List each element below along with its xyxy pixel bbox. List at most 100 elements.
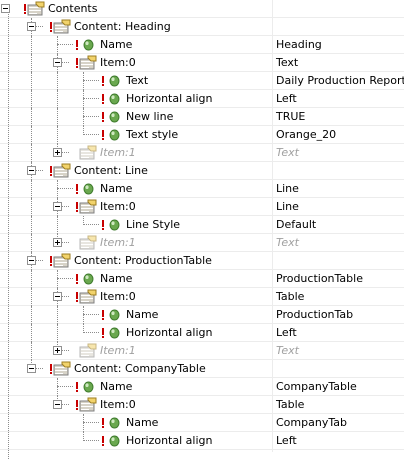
tree-guide-line [31, 288, 32, 306]
tree-property-row[interactable]: Name ProductionTab [0, 306, 404, 324]
green-property-dot-icon [109, 111, 120, 126]
tree-guide-line [31, 216, 32, 234]
tree-connector-line [83, 332, 99, 333]
node-value[interactable]: Text [276, 55, 298, 71]
green-property-dot-icon [109, 435, 120, 450]
tree-node[interactable]: Item:0 Table [0, 288, 404, 306]
required-exclamation-icon [102, 76, 104, 87]
node-value[interactable]: CompanyTab [276, 415, 347, 431]
node-label: New line [126, 110, 174, 123]
tree-property-row[interactable]: Text style Orange_20 [0, 126, 404, 144]
tree-guide-line [31, 90, 32, 108]
required-exclamation-icon [24, 4, 26, 15]
collapse-icon[interactable] [53, 400, 62, 409]
node-label: Name [126, 308, 159, 321]
tree-node[interactable]: Item:0 Text [0, 54, 404, 72]
collapse-icon[interactable] [53, 58, 62, 67]
node-value[interactable]: Default [276, 217, 316, 233]
required-exclamation-icon [50, 256, 52, 267]
required-exclamation-icon [76, 40, 78, 51]
tree-property-row[interactable]: Horizontal align Left [0, 90, 404, 108]
tree-property-row[interactable]: Horizontal align Left [0, 432, 404, 450]
node-label: Name [100, 380, 133, 393]
tree-guide-line [31, 324, 32, 342]
node-value[interactable]: Text [276, 145, 299, 161]
node-label: Contents [48, 2, 98, 15]
tree-node[interactable]: Contents [0, 0, 404, 459]
tree-guide-line [31, 144, 32, 162]
tree-property-row[interactable]: Horizontal align Left [0, 324, 404, 342]
node-label: Horizontal align [126, 326, 213, 339]
node-value[interactable]: Text [276, 235, 299, 251]
required-exclamation-icon [50, 22, 52, 33]
tree-node[interactable]: Content: CompanyTable [0, 360, 404, 378]
tree-connector-line [83, 134, 99, 135]
collapse-icon[interactable] [53, 292, 62, 301]
node-value[interactable]: Orange_20 [276, 127, 336, 143]
collapse-icon[interactable] [27, 256, 36, 265]
tree-node[interactable]: Content: ProductionTable [0, 252, 404, 270]
expand-icon[interactable] [53, 346, 62, 355]
node-value[interactable]: ProductionTable [276, 271, 363, 287]
node-value[interactable]: TRUE [276, 109, 305, 125]
tree-property-row[interactable]: Name CompanyTable [0, 378, 404, 396]
node-value[interactable]: Text [276, 343, 299, 359]
required-exclamation-icon [102, 94, 104, 105]
tree-node[interactable]: Content: Heading [0, 18, 404, 36]
tree-guide-line [57, 72, 58, 90]
tree-node[interactable]: Item:0 Line [0, 198, 404, 216]
tree-guide-line [57, 180, 58, 198]
node-label: Horizontal align [126, 92, 213, 105]
node-value[interactable]: Line [276, 199, 299, 215]
node-label: Content: ProductionTable [74, 254, 212, 267]
tree-node[interactable]: Item:1 Text [0, 144, 404, 162]
tree-connector-line [83, 98, 99, 99]
collapse-icon[interactable] [53, 202, 62, 211]
node-value[interactable]: Table [276, 289, 304, 305]
node-value[interactable]: Left [276, 325, 297, 341]
tree-property-row[interactable]: Name Heading [0, 36, 404, 54]
node-value[interactable]: Table [276, 397, 304, 413]
tree-node[interactable]: Item:0 Table [0, 396, 404, 414]
tree-node[interactable]: Item:1 Text [0, 234, 404, 252]
collapse-icon[interactable] [27, 166, 36, 175]
node-value[interactable]: Left [276, 91, 297, 107]
node-label: Content: Heading [74, 20, 171, 33]
tree-property-row[interactable]: New line TRUE [0, 108, 404, 126]
node-label: Item:0 [100, 290, 136, 303]
node-label: Item:1 [100, 146, 136, 159]
tree-guide-line [57, 36, 58, 54]
required-exclamation-icon [76, 274, 78, 285]
tree-guide-line [31, 198, 32, 216]
tree-node[interactable]: Content: Line [0, 162, 404, 180]
tree-property-row[interactable]: Name Line [0, 180, 404, 198]
node-label: Text style [126, 128, 179, 141]
green-property-dot-icon [83, 273, 94, 288]
green-property-dot-icon [109, 93, 120, 108]
green-property-dot-icon [83, 381, 94, 396]
node-value[interactable]: ProductionTab [276, 307, 353, 323]
tree-connector-line [83, 116, 99, 117]
node-value[interactable]: Left [276, 433, 297, 449]
node-label: Text [126, 74, 149, 87]
required-exclamation-icon [76, 202, 78, 213]
tree-property-row[interactable]: Name ProductionTable [0, 270, 404, 288]
tree-property-row[interactable]: Name CompanyTab [0, 414, 404, 432]
tree-guide-line [31, 72, 32, 90]
expand-icon[interactable] [53, 238, 62, 247]
property-tree: Contents Content: Heading Name Heading Item:… [0, 0, 404, 459]
required-exclamation-icon [76, 400, 78, 411]
node-value[interactable]: CompanyTable [276, 379, 357, 395]
collapse-icon[interactable] [27, 22, 36, 31]
node-value[interactable]: Heading [276, 37, 322, 53]
node-value[interactable]: Daily Production Report [276, 73, 404, 89]
tree-property-row[interactable]: Text Daily Production Report [0, 72, 404, 90]
tree-property-row[interactable]: Line Style Default [0, 216, 404, 234]
required-exclamation-icon [102, 310, 104, 321]
collapse-icon[interactable] [1, 4, 10, 13]
collapse-icon[interactable] [27, 364, 36, 373]
green-property-dot-icon [109, 309, 120, 324]
tree-node[interactable]: Item:1 Text [0, 342, 404, 360]
expand-icon[interactable] [53, 148, 62, 157]
node-value[interactable]: Line [276, 181, 299, 197]
